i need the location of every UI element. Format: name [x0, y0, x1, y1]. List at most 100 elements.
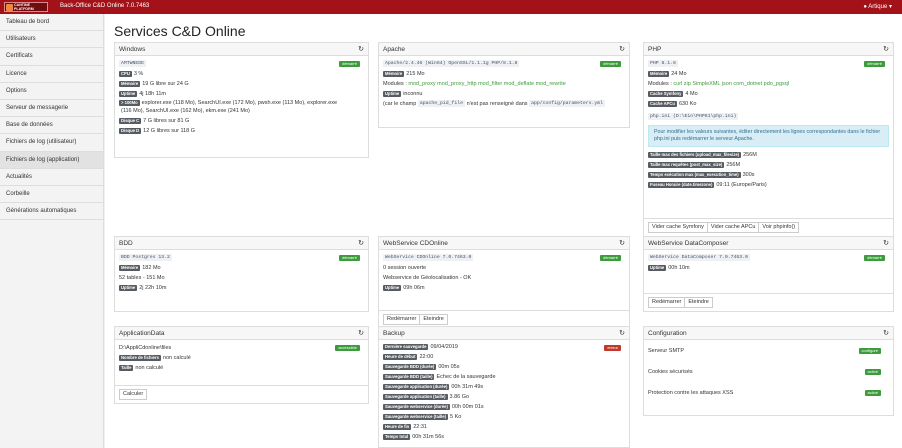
row-value: 00h 31m 49s: [451, 384, 484, 390]
refresh-icon[interactable]: ↻: [883, 43, 889, 56]
ws-version: WebService CDOnline 7.0.7463.0: [383, 254, 474, 262]
row-label: Sauvegarde application (taille): [383, 393, 448, 400]
refresh-icon[interactable]: ↻: [619, 327, 625, 340]
row-label: Uptime: [119, 90, 138, 97]
php-panel: PHP ↻ démarré PHP 8.1.8 Mémoire 24 Mo Modu…: [643, 42, 894, 237]
sidebar-item-tableau-de-bord[interactable]: Tableau de bord: [0, 14, 103, 32]
top-bar: CANTINE PLATFORM Back-Office C&D Online …: [0, 0, 902, 14]
clear-apcu-cache-button[interactable]: Vider cache APCu: [706, 222, 760, 233]
app-title: Back-Office C&D Online 7.0.7463: [60, 3, 150, 9]
php-version: PHP 8.1.8: [648, 60, 678, 68]
sidebar-item-certificats[interactable]: Certificats: [0, 48, 103, 66]
row-label: Mémoire: [119, 80, 141, 87]
row-value: Echec de la sauvegarde: [436, 374, 496, 380]
status-badge: démarré: [864, 255, 885, 261]
row-label: Mémoire: [383, 70, 405, 77]
panel-title: WebService DataComposer: [648, 240, 729, 247]
sidebar-item-log-utilisateur[interactable]: Fichiers de log (utilisateur): [0, 134, 103, 152]
row-label: Mémoire: [648, 70, 670, 77]
app-logo[interactable]: CANTINE PLATFORM: [4, 2, 48, 12]
clear-symfony-cache-button[interactable]: Vider cache Symfony: [648, 222, 708, 233]
panel-header: Apache ↻: [379, 43, 629, 56]
modules-list: mod_proxy mod_proxy_http mod_filter mod_…: [408, 81, 566, 87]
row-value: 256M: [743, 152, 757, 158]
button-group: Calculer: [115, 385, 368, 403]
row-value: 24 Mo: [671, 71, 687, 77]
phpinfo-button[interactable]: Voir phpinfo(): [758, 222, 800, 233]
row-label: Temps exécution max (max_execution_time): [648, 171, 741, 178]
config-label: Serveur SMTP: [648, 348, 685, 354]
stop-button[interactable]: Eteindre: [419, 314, 448, 325]
info-alert: Pour modifier les valeurs suivantes, édi…: [648, 125, 889, 147]
refresh-icon[interactable]: ↻: [358, 327, 364, 340]
row-label: Uptime: [648, 264, 667, 271]
row-label: Sauvegarde webservice (taille): [383, 413, 448, 420]
sidebar-item-actualites[interactable]: Actualités: [0, 169, 103, 186]
row-value: 256M: [726, 162, 741, 168]
sidebar-item-utilisateurs[interactable]: Utilisateurs: [0, 31, 103, 49]
refresh-icon[interactable]: ↻: [619, 237, 625, 250]
row-label: Mémoire: [119, 264, 141, 271]
row-value: 4j 18h 11m: [139, 91, 167, 97]
note-text: n'est pas renseigné dans: [466, 101, 528, 107]
sidebar-item-base-de-donnees[interactable]: Base de données: [0, 117, 103, 135]
refresh-icon[interactable]: ↻: [619, 43, 625, 56]
row-value: 5 Ko: [449, 414, 462, 420]
status-badge: démarré: [600, 61, 621, 67]
row-value: 4 Mo: [685, 91, 698, 97]
row-label: > 100Mo: [119, 99, 140, 106]
row-value: 215 Mo: [406, 71, 425, 77]
row-value: 3.86 Go: [449, 394, 470, 400]
user-menu[interactable]: ● Artique ▾: [863, 3, 892, 10]
bdd-panel: BDD ↻ démarré BDD Postgres 13.2 Mémoire 18…: [114, 236, 369, 312]
sidebar-item-corbeille[interactable]: Corbeille: [0, 186, 103, 204]
server-version: Apache/2.4.46 (Win64) OpenSSL/1.1.1g PHP…: [383, 60, 520, 68]
panel-title: PHP: [648, 46, 662, 53]
stop-button[interactable]: Eteindre: [684, 297, 713, 308]
row-value: (116 Mo), SearchUI.exe (162 Mo), ekm.exe…: [121, 108, 250, 114]
sidebar-item-log-application[interactable]: Fichiers de log (application): [0, 151, 103, 169]
modules-label: Modules :: [648, 81, 672, 87]
status-badge: démarré: [339, 61, 360, 67]
appdata-panel: ApplicationData ↻ accessible D:\AppliCdon…: [114, 326, 369, 404]
row-value: 00h 00m 01s: [451, 404, 484, 410]
panel-header: WebService DataComposer ↻: [644, 237, 893, 250]
calculate-button[interactable]: Calculer: [119, 389, 148, 400]
sidebar-item-serveur-messagerie[interactable]: Serveur de messagerie: [0, 100, 103, 118]
refresh-icon[interactable]: ↻: [883, 327, 889, 340]
row-label: Taille max requêtes (post_max_size): [648, 161, 725, 168]
refresh-icon[interactable]: ↻: [883, 237, 889, 250]
row-value: 630 Ko: [678, 101, 697, 107]
sidebar-item-options[interactable]: Options: [0, 83, 103, 100]
row-label: Sauvegarde BDD (durée): [383, 363, 437, 370]
datacomposer-panel: WebService DataComposer ↻ démarré WebServ…: [643, 236, 894, 312]
row-label: Disque C: [119, 117, 142, 124]
button-group: Vider cache Symfony Vider cache APCu Voir …: [644, 218, 893, 236]
db-version: BDD Postgres 13.2: [119, 254, 172, 262]
button-group: Redémarrer Eteindre: [644, 293, 893, 311]
restart-button[interactable]: Redémarrer: [648, 297, 686, 308]
row-value: 2j 22h 10m: [139, 285, 167, 291]
panel-header: Windows ↻: [115, 43, 368, 56]
sidebar-item-generations[interactable]: Générations automatiques: [0, 203, 103, 221]
refresh-icon[interactable]: ↻: [358, 237, 364, 250]
refresh-icon[interactable]: ↻: [358, 43, 364, 56]
row-label: CPU: [119, 70, 132, 77]
status-badge: erreur: [604, 345, 621, 351]
row-value: 12 G libres sur 118 G: [143, 128, 196, 134]
panel-header: ApplicationData ↻: [115, 327, 368, 340]
status-badge: activé: [864, 369, 881, 375]
row-value: non calculé: [135, 365, 164, 371]
logo-icon: [6, 4, 13, 11]
appdata-path: D:\AppliCdonline\files: [119, 345, 172, 351]
php-ini-path: php.ini (D:\Ein\PHP81\php.ini): [648, 113, 739, 121]
config-item: Protection contre les attaques XSS activé: [648, 387, 889, 408]
logo-text: CANTINE PLATFORM: [14, 3, 34, 11]
sidebar-item-licence[interactable]: Licence: [0, 66, 103, 83]
row-label: Nombre de fichiers: [119, 354, 161, 361]
modules-label: Modules :: [383, 81, 407, 87]
row-label: Heure de fin: [383, 423, 412, 430]
restart-button[interactable]: Redémarrer: [383, 314, 421, 325]
tables-info: 52 tables - 151 Mo: [119, 275, 165, 281]
panel-title: Apache: [383, 46, 406, 53]
